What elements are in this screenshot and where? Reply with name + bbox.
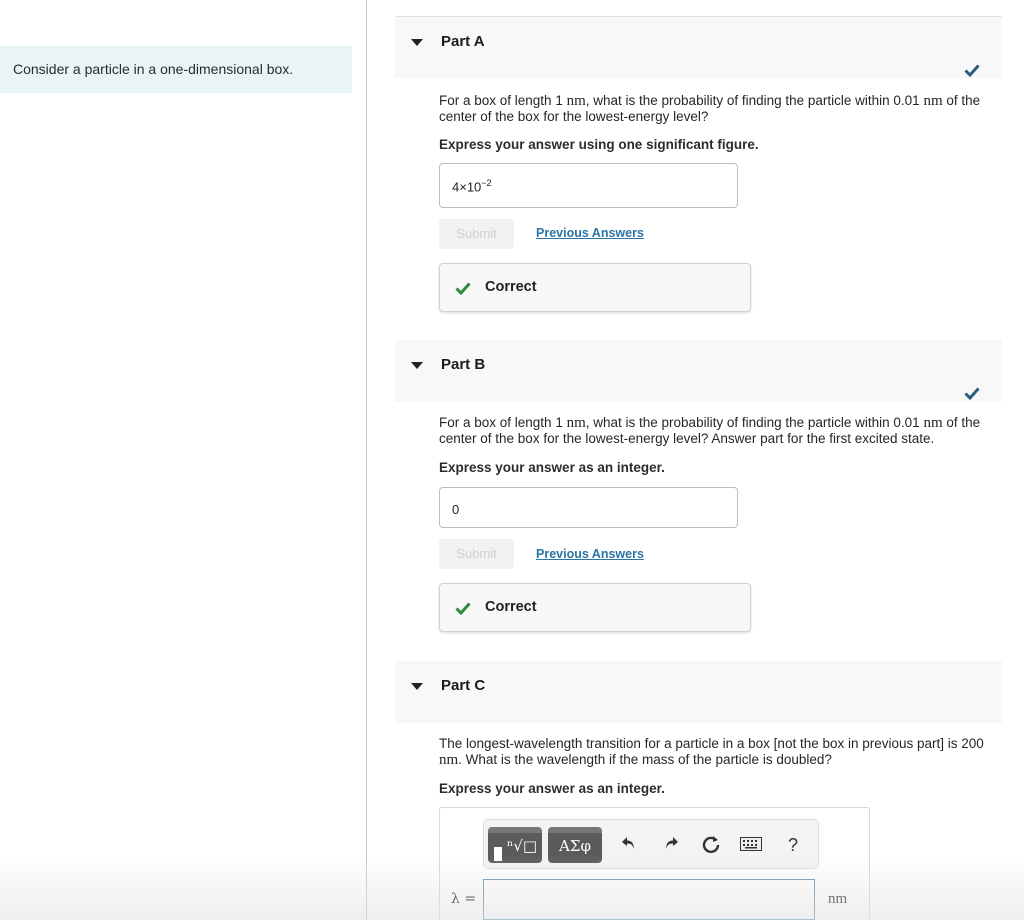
part-b-previous-answers-link[interactable]: Previous Answers <box>536 547 644 561</box>
part-c-question: The longest-wavelength transition for a … <box>439 736 984 768</box>
part-a-instruction: Express your answer using one significan… <box>439 137 759 152</box>
redo-icon[interactable] <box>660 834 682 856</box>
part-b-instruction: Express your answer as an integer. <box>439 460 665 475</box>
reset-icon[interactable] <box>700 834 722 856</box>
problem-intro: Consider a particle in a one-dimensional… <box>0 46 352 93</box>
part-a-header[interactable]: Part A <box>395 16 1002 78</box>
variable-label: λ = <box>451 891 477 907</box>
keyboard-icon[interactable] <box>740 834 762 856</box>
part-c-instruction: Express your answer as an integer. <box>439 781 665 796</box>
math-toolbar: ⁿ√□ ΑΣφ ? <box>483 819 819 869</box>
collapse-caret-icon[interactable] <box>411 362 423 369</box>
part-b-feedback: Correct <box>439 583 751 632</box>
undo-icon[interactable] <box>618 834 640 856</box>
part-c-header[interactable]: Part C <box>395 661 1002 723</box>
left-panel: Consider a particle in a one-dimensional… <box>0 0 366 920</box>
part-a-answer-field[interactable]: 4×10−2 <box>439 163 738 208</box>
greek-symbol-icon: ΑΣφ <box>559 837 591 855</box>
wavelength-answer-input[interactable] <box>483 879 815 920</box>
part-a-question: For a box of length 1 nm, what is the pr… <box>439 93 981 124</box>
nth-root-icon: ⁿ√□ <box>506 837 538 855</box>
part-a-previous-answers-link[interactable]: Previous Answers <box>536 226 644 240</box>
check-icon <box>964 387 980 400</box>
check-icon <box>964 64 980 77</box>
part-b-question: For a box of length 1 nm, what is the pr… <box>439 415 981 446</box>
collapse-caret-icon[interactable] <box>411 39 423 46</box>
part-a-feedback: Correct <box>439 263 751 312</box>
part-b-title: Part B <box>441 356 486 373</box>
collapse-caret-icon[interactable] <box>411 683 423 690</box>
part-b-header[interactable]: Part B <box>395 340 1002 402</box>
correct-check-icon <box>455 282 471 295</box>
greek-symbols-button[interactable]: ΑΣφ <box>548 827 602 863</box>
feedback-label: Correct <box>485 279 537 295</box>
panel-divider <box>366 0 367 920</box>
templates-button[interactable]: ⁿ√□ <box>488 827 542 863</box>
part-b-submit-button[interactable]: Submit <box>439 539 514 569</box>
correct-check-icon <box>455 602 471 615</box>
part-b-answer-field[interactable]: 0 <box>439 487 738 528</box>
part-a-title: Part A <box>441 33 485 50</box>
unit-label: nm <box>828 891 848 907</box>
part-a-submit-button[interactable]: Submit <box>439 219 514 249</box>
help-button[interactable]: ? <box>782 834 804 856</box>
block-icon <box>494 847 502 861</box>
part-c-title: Part C <box>441 677 486 694</box>
feedback-label: Correct <box>485 599 537 615</box>
